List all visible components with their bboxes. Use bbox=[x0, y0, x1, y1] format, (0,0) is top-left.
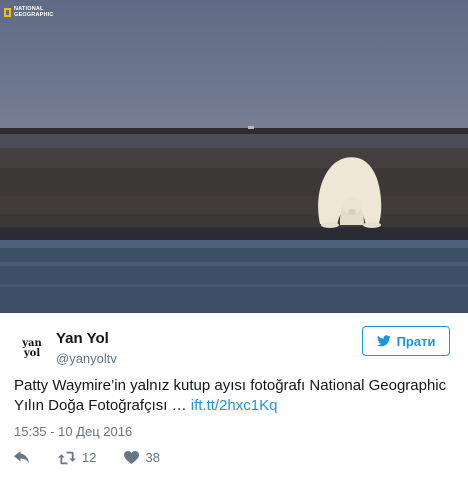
follow-button[interactable]: Прати bbox=[362, 326, 450, 356]
beach-mid-band bbox=[0, 196, 468, 214]
tweet-timestamp[interactable]: 15:35 - 10 Дец 2016 bbox=[14, 424, 132, 439]
far-water bbox=[0, 134, 468, 148]
water bbox=[0, 240, 468, 313]
retweet-button[interactable]: 12 bbox=[58, 450, 96, 465]
water-ripple bbox=[0, 262, 468, 266]
distant-object bbox=[248, 126, 254, 129]
display-name[interactable]: Yan Yol bbox=[56, 330, 117, 348]
water-ripple bbox=[0, 284, 468, 287]
follow-button-label: Прати bbox=[396, 333, 436, 349]
reply-button[interactable] bbox=[14, 450, 30, 465]
avatar[interactable]: yan yol bbox=[14, 331, 50, 367]
logo-text: NATIONAL GEOGRAPHIC bbox=[14, 6, 54, 18]
tweet-actions: 12 38 bbox=[14, 450, 160, 465]
national-geographic-logo: NATIONAL GEOGRAPHIC bbox=[4, 6, 54, 18]
like-count: 38 bbox=[145, 450, 160, 465]
avatar-logo-text: yan yol bbox=[22, 338, 42, 359]
tweet-text: Patty Waymire’in yalnız kutup ayısı foto… bbox=[14, 376, 454, 416]
horizon-line bbox=[0, 128, 468, 134]
retweet-icon bbox=[58, 451, 76, 464]
polar-bear-photo[interactable]: NATIONAL GEOGRAPHIC bbox=[0, 0, 468, 313]
photo-scene bbox=[0, 126, 468, 313]
twitter-bird-icon bbox=[376, 335, 391, 347]
beach-light-band bbox=[0, 148, 468, 168]
reply-icon bbox=[14, 450, 30, 463]
user-info[interactable]: Yan Yol @yanyoltv bbox=[56, 330, 117, 368]
like-button[interactable]: 38 bbox=[124, 450, 160, 465]
tweet-card: yan yol Yan Yol @yanyoltv Прати Patty Wa… bbox=[0, 313, 468, 479]
user-handle[interactable]: @yanyoltv bbox=[56, 350, 117, 368]
tweet-link[interactable]: ift.tt/2hxc1Kq bbox=[191, 397, 278, 414]
yellow-frame-icon bbox=[4, 7, 11, 17]
water-highlight bbox=[0, 240, 468, 248]
heart-icon bbox=[124, 451, 140, 464]
retweet-count: 12 bbox=[82, 450, 97, 465]
